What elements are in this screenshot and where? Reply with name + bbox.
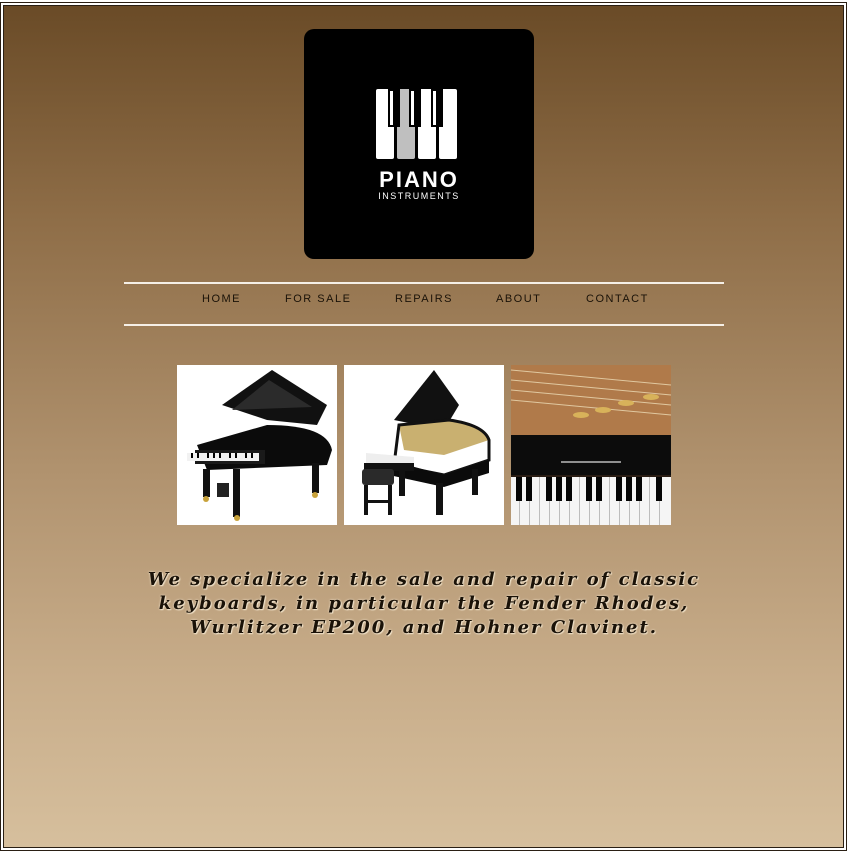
nav-item-for-sale[interactable]: FOR SALE: [285, 293, 351, 305]
grand-piano-with-bench-photo[interactable]: [344, 365, 504, 525]
tagline-text: We specialize in the sale and repair of …: [147, 569, 701, 638]
nav-item-about[interactable]: ABOUT: [496, 293, 541, 305]
nav-divider-top: [124, 282, 724, 284]
nav-item-contact[interactable]: CONTACT: [586, 293, 649, 305]
page-frame: PIANO INSTRUMENTS HOME FOR SALE REPAIRS …: [0, 2, 847, 851]
logo-title: PIANO: [379, 167, 459, 192]
grand-piano-bench-image: [344, 365, 504, 525]
nav-item-home[interactable]: HOME: [202, 293, 241, 305]
piano-keys-icon: [376, 89, 457, 159]
piano-interior-keys-image: [511, 365, 671, 525]
grand-piano-photo[interactable]: [177, 365, 337, 525]
piano-keys-interior-photo[interactable]: [511, 365, 671, 525]
grand-piano-image: [177, 365, 337, 525]
nav-item-repairs[interactable]: REPAIRS: [395, 293, 453, 305]
site-logo[interactable]: PIANO INSTRUMENTS: [304, 29, 534, 259]
logo-subtitle: INSTRUMENTS: [378, 191, 460, 201]
main-nav: HOME FOR SALE REPAIRS ABOUT CONTACT: [124, 293, 724, 313]
nav-divider-bottom: [124, 324, 724, 326]
